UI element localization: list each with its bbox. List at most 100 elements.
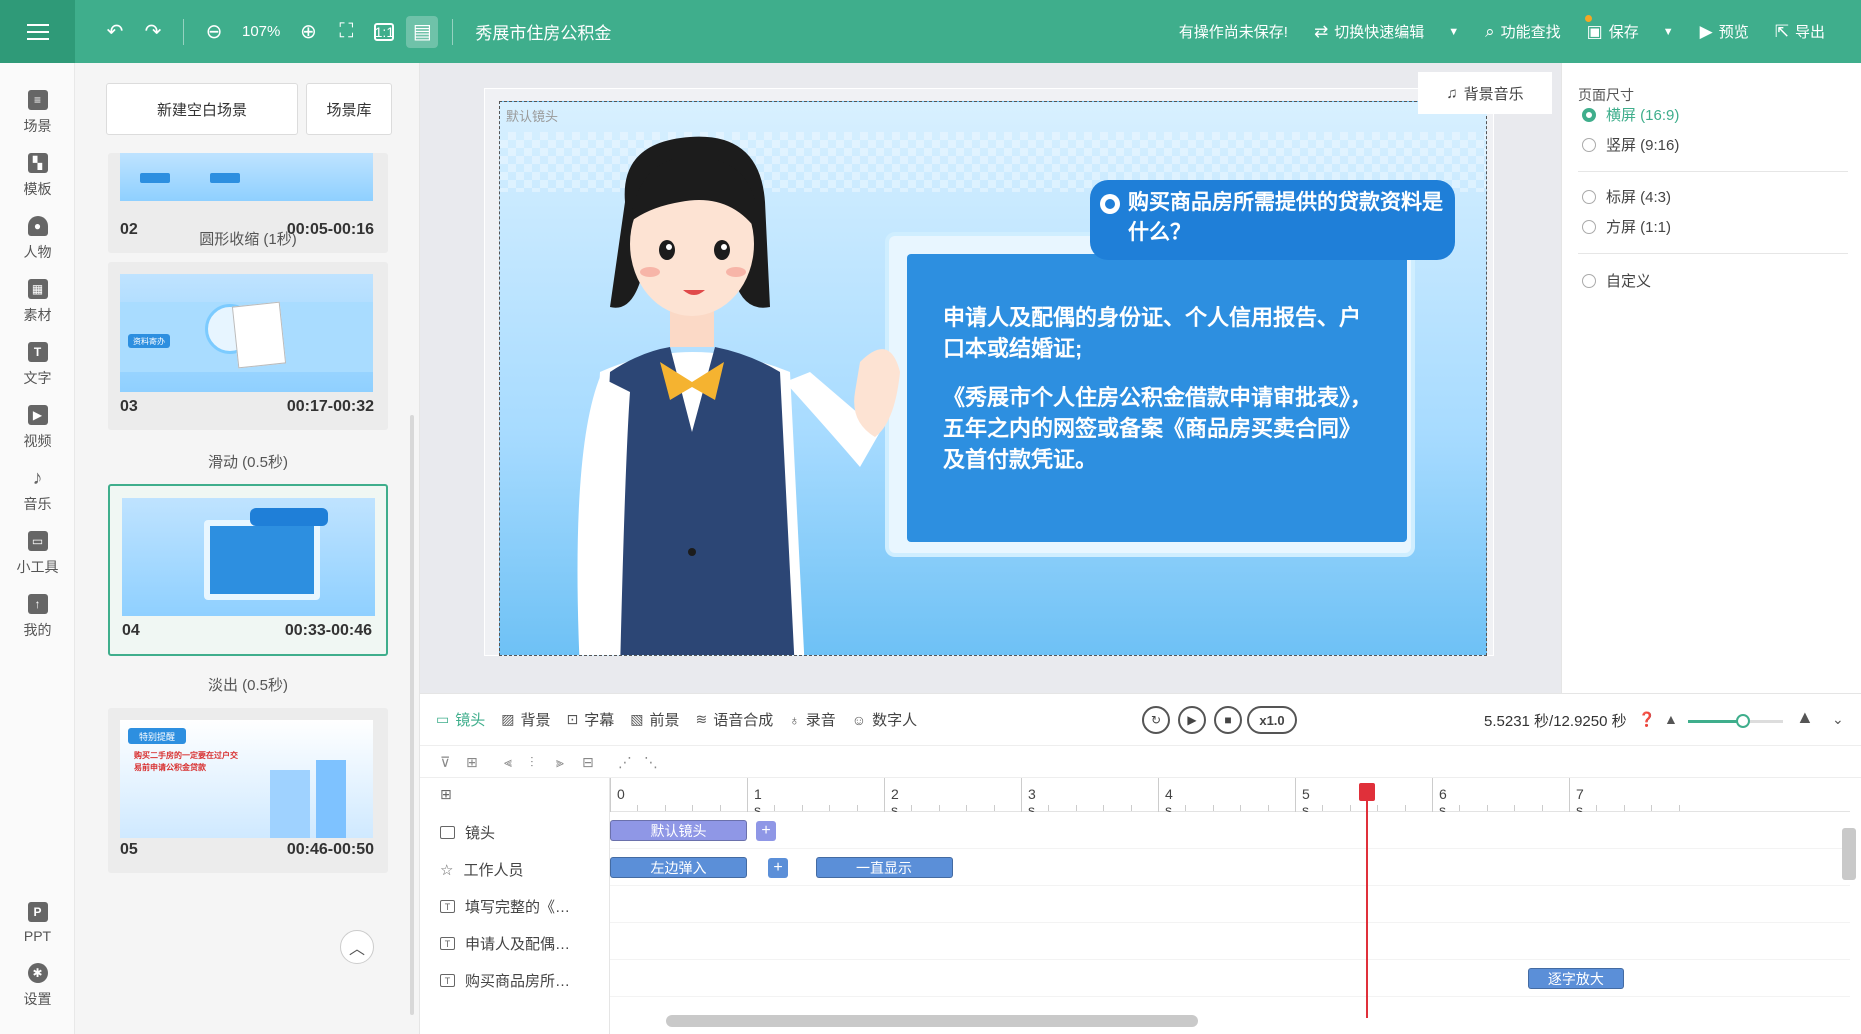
timeline-vertical-scrollbar[interactable] xyxy=(1842,828,1856,880)
rail-item-scene[interactable]: ≡ 场景 xyxy=(0,83,75,143)
actual-size-icon[interactable]: 1:1 xyxy=(374,22,395,41)
rail-item-settings[interactable]: ✱ 设置 xyxy=(0,956,75,1016)
playhead[interactable] xyxy=(1365,786,1368,1018)
timeline-clip[interactable]: 默认镜头 xyxy=(610,820,747,841)
tab-background[interactable]: ▨ 背景 xyxy=(501,709,550,730)
export-button[interactable]: ⇱ 导出 xyxy=(1775,21,1825,42)
redo-icon[interactable]: ↷ xyxy=(137,16,169,48)
text-board[interactable]: 申请人及配偶的身份证、个人信用报告、户口本或结婚证; 《秀展市个人住房公积金借款… xyxy=(885,232,1415,557)
menu-button[interactable] xyxy=(0,0,75,63)
staff-character[interactable] xyxy=(530,132,950,656)
add-clip-icon[interactable]: + xyxy=(756,821,776,841)
fit-screen-icon[interactable]: ▤ xyxy=(406,15,439,48)
distribute-icon[interactable]: ⊟ xyxy=(582,754,594,771)
scene-card-selected[interactable]: 04 00:33-00:46 xyxy=(108,484,388,656)
tab-record[interactable]: ♁ 录音 xyxy=(789,709,836,730)
collapse-icon[interactable]: ⌄ xyxy=(1832,711,1844,728)
radio-portrait[interactable]: 竖屏 (9:16) xyxy=(1582,134,1679,155)
tab-subtitle[interactable]: ⊡ 字幕 xyxy=(567,709,615,730)
scene-panel: 新建空白场景 场景库 02 00:05-00:16 圆形收缩 (1秒) 资料寄办… xyxy=(75,63,420,1034)
filter-icon[interactable]: ⊽ xyxy=(440,754,450,771)
ruler-minor-tick xyxy=(1267,805,1269,811)
timeline-tracks: 默认镜头 + 左边弹入 一直显示 + 逐字放大 xyxy=(610,812,1850,1022)
rail-item-mine[interactable]: ↑ 我的 xyxy=(0,587,75,647)
scene-library-button[interactable]: 场景库 xyxy=(306,83,392,135)
microphone-icon: ♁ xyxy=(789,711,800,728)
rail-item-ppt[interactable]: P PPT xyxy=(0,893,75,953)
timeline-horizontal-scrollbar[interactable] xyxy=(666,1015,1198,1027)
background-icon: ▨ xyxy=(501,711,515,727)
paragraph-1[interactable]: 申请人及配偶的身份证、个人信用报告、户口本或结婚证; xyxy=(943,302,1373,364)
time-ruler[interactable]: 0 1 s 2 s 3 s 4 s 5 s 6 s 7 s xyxy=(610,778,1850,818)
replay-icon[interactable]: ↻ xyxy=(1142,706,1170,734)
question-bubble[interactable]: 购买商品房所需提供的贷款资料是什么？ xyxy=(1090,180,1455,260)
slider-knob[interactable] xyxy=(1736,714,1751,728)
zoom-in-icon[interactable]: ⊕ xyxy=(292,16,324,48)
scene-number: 03 xyxy=(120,398,138,415)
track-label-text-1[interactable]: T 填写完整的《… xyxy=(440,896,570,917)
track-label-staff[interactable]: ☆ 工作人员 xyxy=(440,859,523,880)
find-feature-button[interactable]: ⌕ 功能查找 xyxy=(1485,15,1593,42)
rail-item-video[interactable]: ▶ 视频 xyxy=(0,398,75,458)
scene-transition[interactable]: 滑动 (0.5秒) xyxy=(108,451,388,472)
save-button[interactable]: ▣ 保存 ▼ xyxy=(1587,21,1674,42)
scene-transition[interactable]: 圆形收缩 (1秒) xyxy=(108,228,388,249)
stop-icon[interactable]: ■ xyxy=(1214,706,1242,734)
scroll-top-icon[interactable]: ︿ xyxy=(340,930,374,964)
timeline-zoom-slider[interactable] xyxy=(1688,714,1783,728)
tab-digital-human[interactable]: ☺ 数字人 xyxy=(852,709,917,730)
ruler-tick: 4 s xyxy=(1158,778,1173,818)
playback-speed[interactable]: x1.0 xyxy=(1247,706,1297,734)
timeline-clip[interactable]: 左边弹入 xyxy=(610,857,747,878)
track-label-camera[interactable]: 镜头 xyxy=(440,822,495,843)
background-music-button[interactable]: ♫ 背景音乐 xyxy=(1418,72,1552,114)
tab-foreground[interactable]: ▧ 前景 xyxy=(630,709,679,730)
scene-card[interactable]: 资料寄办 03 00:17-00:32 xyxy=(108,262,388,430)
radio-square[interactable]: 方屏 (1:1) xyxy=(1582,216,1671,237)
scene-panel-scrollbar[interactable] xyxy=(410,415,414,1015)
rail-item-person[interactable]: ● 人物 xyxy=(0,209,75,269)
group-icon[interactable]: ⊞ xyxy=(466,754,478,771)
undo-icon[interactable]: ↶ xyxy=(99,16,131,48)
scene-canvas[interactable]: 默认镜头 申请人及配偶的身份证、个人信用报告、户口本或结婚证; 《秀展市个人住房… xyxy=(499,101,1487,656)
timeline-clip[interactable]: 逐字放大 xyxy=(1527,968,1624,989)
add-clip-icon[interactable]: + xyxy=(768,858,788,878)
rail-item-template[interactable]: ▚ 模板 xyxy=(0,146,75,206)
align-center-icon[interactable]: ⫶ xyxy=(530,754,534,771)
zoom-out-icon[interactable]: ⊖ xyxy=(198,16,230,48)
radio-custom[interactable]: 自定义 xyxy=(1582,270,1651,291)
chevron-down-icon[interactable]: ▼ xyxy=(1663,26,1674,38)
chevron-down-icon[interactable]: ▼ xyxy=(1448,26,1459,38)
play-icon[interactable]: ▶ xyxy=(1178,706,1206,734)
arrange-icon[interactable]: ⋰ xyxy=(618,754,632,771)
rail-item-asset[interactable]: ▦ 素材 xyxy=(0,272,75,332)
fullscreen-icon[interactable]: ⛶ xyxy=(330,16,362,48)
align-right-icon[interactable]: ⫸ xyxy=(556,754,564,771)
rail-item-text[interactable]: T 文字 xyxy=(0,335,75,395)
track-row xyxy=(610,812,1850,849)
zoom-out-timeline-icon[interactable]: ▲ xyxy=(1664,711,1678,727)
zoom-in-timeline-icon[interactable]: ▲ xyxy=(1796,707,1814,728)
new-blank-scene-button[interactable]: 新建空白场景 xyxy=(106,83,298,135)
ruler-minor-tick xyxy=(719,805,721,811)
rail-item-music[interactable]: ♪ 音乐 xyxy=(0,461,75,521)
arrange-alt-icon[interactable]: ⋱ xyxy=(644,754,658,771)
timeline-clip[interactable]: 一直显示 xyxy=(815,857,953,878)
radio-landscape[interactable]: 横屏 (16:9) xyxy=(1582,104,1679,125)
preview-button[interactable]: ▶ 预览 xyxy=(1700,21,1749,42)
rail-item-toolbox[interactable]: ▭ 小工具 xyxy=(0,524,75,584)
paragraph-2[interactable]: 《秀展市个人住房公积金借款申请审批表》，五年之内的网签或备案《商品房买卖合同》及… xyxy=(943,382,1373,475)
ppt-icon: P xyxy=(27,902,48,922)
radio-standard[interactable]: 标屏 (4:3) xyxy=(1582,186,1671,207)
scene-transition[interactable]: 淡出 (0.5秒) xyxy=(108,674,388,695)
tab-tts[interactable]: ≋ 语音合成 xyxy=(696,709,774,730)
track-label-text-2[interactable]: T 申请人及配偶… xyxy=(440,933,570,954)
project-title[interactable]: 秀展市住房公积金 xyxy=(475,19,611,44)
scene-card[interactable]: 特别提醒 购买二手房的一定要在过户交易前申请公积金贷款 05 00:46-00:… xyxy=(108,708,388,873)
track-label-text-3[interactable]: T 购买商品房所… xyxy=(440,970,570,991)
track-layout-icon[interactable]: ⊞ xyxy=(440,786,452,803)
tab-camera[interactable]: ▭ 镜头 xyxy=(436,709,485,730)
switch-edit-button[interactable]: ⇄ 切换快速编辑 ▼ xyxy=(1314,21,1459,42)
help-icon[interactable]: ❓ xyxy=(1638,711,1655,728)
align-left-icon[interactable]: ⫷ xyxy=(504,754,512,771)
